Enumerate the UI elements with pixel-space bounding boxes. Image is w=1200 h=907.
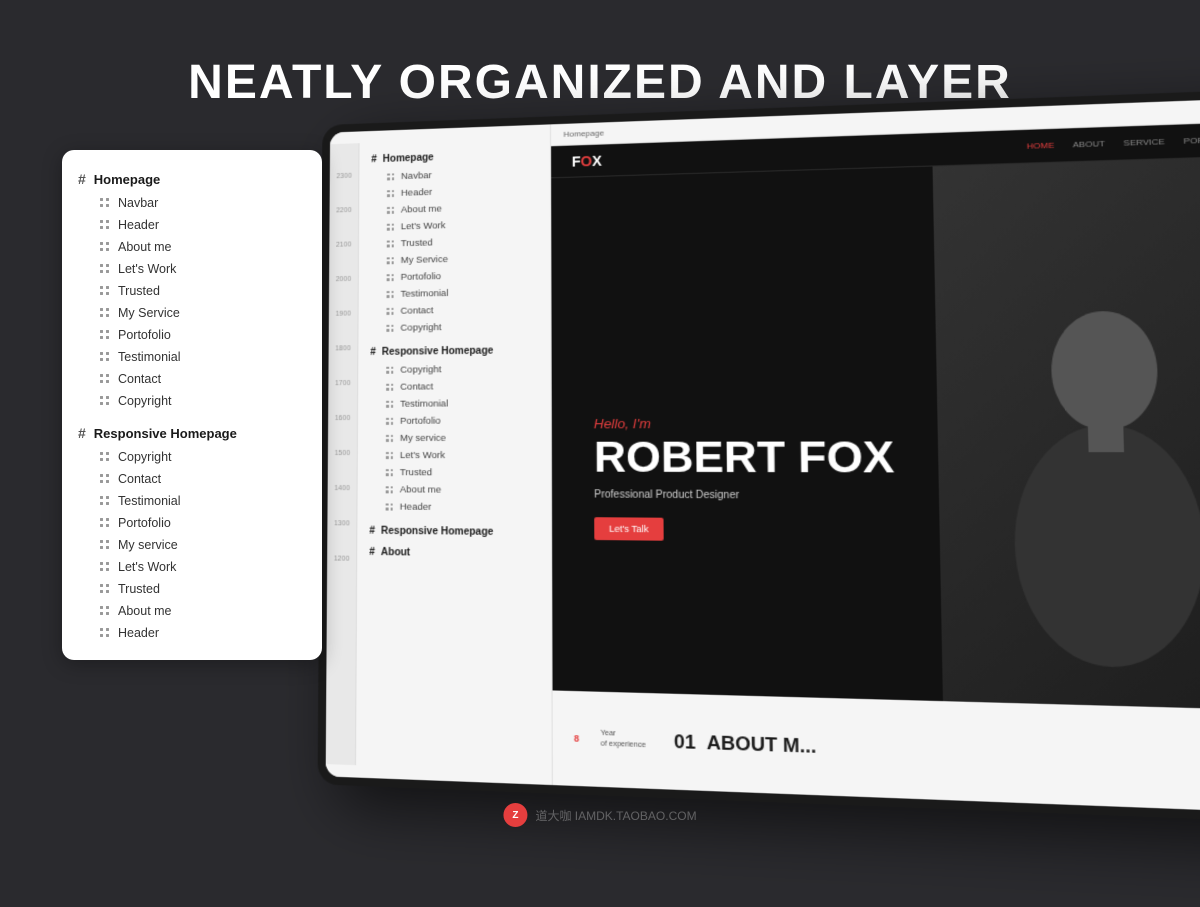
list-item[interactable]: Testimonial [62,346,322,368]
list-item[interactable]: Let's Work [62,258,322,280]
layer-group-homepage: # Homepage [62,166,322,192]
list-item[interactable]: Navbar [62,192,322,214]
grid-icon [100,474,110,484]
grid-icon [100,198,110,208]
list-item[interactable]: Copyright [62,446,322,468]
grid-icon [100,584,110,594]
list-item[interactable]: About me [62,600,322,622]
grid-icon [100,562,110,572]
list-item[interactable]: My service [62,534,322,556]
grid-icon [100,396,110,406]
list-item[interactable]: My service [358,430,551,447]
hero-greeting: Hello, I'm [594,415,894,432]
grid-icon [100,496,110,506]
person-silhouette [986,293,1200,670]
grid-icon [100,606,110,616]
list-item[interactable]: Testimonial [358,395,551,413]
list-item[interactable]: Header [62,622,322,644]
list-item[interactable]: My Service [62,302,322,324]
tablet-panel-header-responsive: # Responsive Homepage [358,341,550,362]
tablet-inner: 2300 2200 2100 2000 1900 1800 1700 1600 … [326,98,1200,814]
list-item[interactable]: Header [357,498,551,517]
list-item[interactable]: About me [358,481,551,499]
list-item[interactable]: Trusted [62,578,322,600]
grid-icon [100,518,110,528]
about-stat-label: Yearof experience [601,729,646,751]
hash-icon: # [78,171,86,187]
list-item[interactable]: Contact [62,368,322,390]
tablet-panel-header-about: # About [357,543,551,565]
about-section-title: 01 ABOUT M... [674,730,817,757]
grid-icon [100,330,110,340]
layer-group-responsive: # Responsive Homepage [62,420,322,446]
watermark-logo: Z [503,803,527,827]
list-item[interactable]: Let's Work [62,556,322,578]
list-item[interactable]: Portofolio [62,512,322,534]
grid-icon [100,242,110,252]
grid-icon [100,540,110,550]
tablet-frame: 2300 2200 2100 2000 1900 1800 1700 1600 … [318,89,1200,823]
list-item[interactable]: Header [62,214,322,236]
grid-icon [100,452,110,462]
grid-icon [100,308,110,318]
lets-talk-button[interactable]: Let's Talk [594,517,664,541]
list-item[interactable]: Copyright [358,360,550,379]
grid-icon [100,286,110,296]
group-label-homepage: Homepage [94,172,160,187]
hash-icon: # [78,425,86,441]
grid-icon [100,374,110,384]
about-stat-number: 8 [574,733,579,744]
preview-hero: Hello, I'm ROBERT FOX Professional Produ… [551,156,1200,813]
group-label-responsive: Responsive Homepage [94,426,237,441]
preview-nav-links: HOME ABOUT SERVICE PORTOFOLIO [1027,134,1200,151]
grid-icon [100,628,110,638]
device-mockup-area: 2300 2200 2100 2000 1900 1800 1700 1600 … [280,120,1200,840]
list-item[interactable]: Portofolio [358,412,551,430]
list-item[interactable]: Contact [62,468,322,490]
list-item[interactable]: Trusted [62,280,322,302]
nav-link-about[interactable]: ABOUT [1073,139,1105,150]
hero-text: Hello, I'm ROBERT FOX Professional Produ… [594,415,896,543]
grid-icon [100,264,110,274]
tablet-ruler: 2300 2200 2100 2000 1900 1800 1700 1600 … [326,143,360,765]
list-item[interactable]: Copyright [358,317,550,337]
list-item[interactable]: Copyright [62,390,322,412]
nav-link-home[interactable]: HOME [1027,141,1055,151]
about-strip: 8 Yearof experience 01 ABOUT M... [553,690,1200,813]
grid-icon [100,220,110,230]
watermark: Z 道大咖 IAMDK.TAOBAO.COM [503,803,696,827]
list-item[interactable]: Let's Work [358,447,551,464]
list-item[interactable]: Contact [358,377,551,396]
layer-panel: # Homepage Navbar Header About me Let's … [62,150,322,660]
list-item[interactable]: Trusted [358,464,551,482]
tablet-panel-header-rh2: # Responsive Homepage [357,521,551,542]
hero-name: ROBERT FOX [594,435,895,480]
hero-title: Professional Product Designer [594,489,895,502]
nav-link-portfolio[interactable]: PORTOFOLIO [1183,134,1200,146]
nav-link-service[interactable]: SERVICE [1123,137,1164,148]
list-item[interactable]: Portofolio [62,324,322,346]
grid-icon [100,352,110,362]
preview-logo: FOX [572,152,602,169]
main-area: # Homepage Navbar Header About me Let's … [0,140,1200,887]
website-preview: Homepage FOX HOME ABOUT SERVICE PORTOFOL… [551,98,1200,814]
list-item[interactable]: About me [62,236,322,258]
list-item[interactable]: Testimonial [62,490,322,512]
tablet-left-panel: 2300 2200 2100 2000 1900 1800 1700 1600 … [326,124,553,785]
